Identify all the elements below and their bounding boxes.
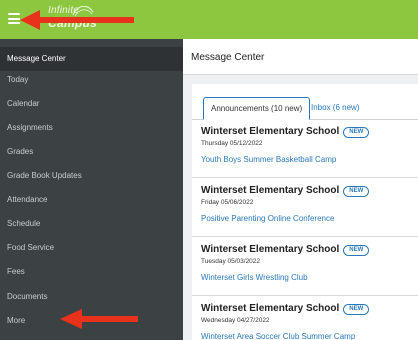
message-date: Tuesday 05/03/2022 bbox=[201, 258, 261, 265]
tab-inbox[interactable]: Inbox (6 new) bbox=[304, 97, 366, 120]
message-link[interactable]: Youth Boys Summer Basketball Camp bbox=[201, 155, 336, 164]
message-tabs: Announcements (10 new) Inbox (6 new) bbox=[192, 84, 418, 120]
message-link[interactable]: Winterset Girls Wrestling Club bbox=[201, 273, 308, 282]
sidebar-item-grades[interactable]: Grades bbox=[0, 140, 183, 164]
school-name: Winterset Elementary School bbox=[201, 303, 340, 314]
sidebar-item-food-service[interactable]: Food Service bbox=[0, 236, 183, 260]
sidebar-item-today[interactable]: Today bbox=[0, 68, 183, 92]
tab-announcements[interactable]: Announcements (10 new) bbox=[203, 97, 311, 120]
annotation-arrow-icon bbox=[20, 10, 134, 30]
school-name: Winterset Elementary School bbox=[201, 126, 340, 137]
main-content: Message Center Announcements (10 new) In… bbox=[183, 39, 418, 340]
sidebar-item-calendar[interactable]: Calendar bbox=[0, 92, 183, 116]
sidebar-item-documents[interactable]: Documents bbox=[0, 285, 183, 309]
annotation-arrow-icon bbox=[60, 309, 138, 329]
message-date: Thursday 05/12/2022 bbox=[201, 140, 263, 147]
message-date: Wednesday 04/27/2022 bbox=[201, 317, 270, 324]
new-badge: NEW bbox=[343, 127, 370, 138]
hamburger-menu-icon[interactable] bbox=[8, 13, 20, 24]
page-header: Message Center bbox=[183, 39, 418, 75]
page-title: Message Center bbox=[191, 52, 265, 63]
sidebar-nav: Message Center Today Calendar Assignment… bbox=[0, 39, 183, 340]
list-item: Winterset Elementary School NEW Thursday … bbox=[192, 120, 418, 178]
sidebar-item-schedule[interactable]: Schedule bbox=[0, 212, 183, 236]
sidebar-item-attendance[interactable]: Attendance bbox=[0, 188, 183, 212]
message-panel: Announcements (10 new) Inbox (6 new) Win… bbox=[192, 84, 418, 340]
new-badge: NEW bbox=[343, 186, 370, 197]
sidebar-item-fees[interactable]: Fees bbox=[0, 260, 183, 284]
new-badge: NEW bbox=[343, 245, 370, 256]
list-item: Winterset Elementary School NEW Tuesday 0… bbox=[192, 238, 418, 296]
message-date: Friday 05/06/2022 bbox=[201, 199, 254, 206]
new-badge: NEW bbox=[343, 304, 370, 315]
list-item: Winterset Elementary School NEW Friday 05… bbox=[192, 179, 418, 237]
school-name: Winterset Elementary School bbox=[201, 185, 340, 196]
list-item: Winterset Elementary School NEW Wednesday… bbox=[192, 297, 418, 340]
message-link[interactable]: Positive Parenting Online Conference bbox=[201, 214, 334, 223]
message-link[interactable]: Winterset Area Soccer Club Summer Camp bbox=[201, 332, 355, 340]
sidebar-item-grade-book-updates[interactable]: Grade Book Updates bbox=[0, 164, 183, 188]
sidebar-item-assignments[interactable]: Assignments bbox=[0, 116, 183, 140]
school-name: Winterset Elementary School bbox=[201, 244, 340, 255]
